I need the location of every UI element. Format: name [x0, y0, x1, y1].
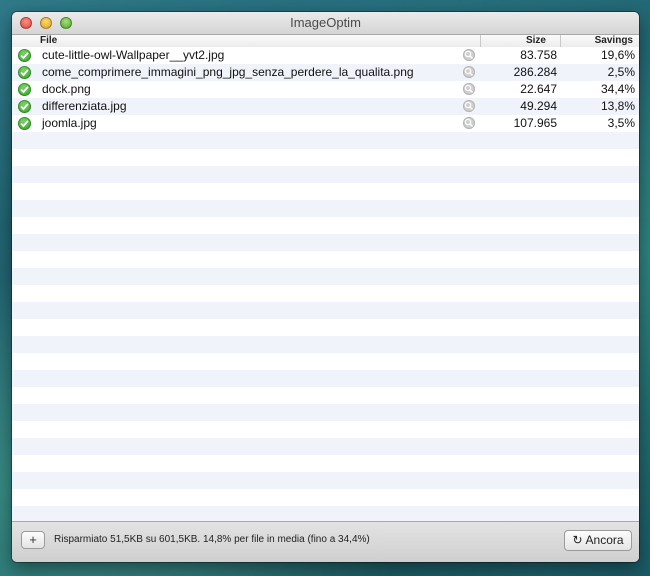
table-row[interactable]: dock.png 22.647 34,4% — [12, 81, 639, 98]
magnifier-icon[interactable] — [463, 83, 475, 95]
file-size: 107.965 — [513, 116, 557, 130]
table-row[interactable]: differenziata.jpg 49.294 13,8% — [12, 98, 639, 115]
file-rows: cute-little-owl-Wallpaper__yvt2.jpg 83.7… — [12, 47, 639, 132]
title-bar[interactable]: ImageOptim — [12, 12, 639, 35]
file-savings: 13,8% — [600, 99, 635, 113]
magnifier-icon[interactable] — [463, 66, 475, 78]
table-row[interactable]: cute-little-owl-Wallpaper__yvt2.jpg 83.7… — [12, 47, 639, 64]
checkmark-icon — [18, 117, 31, 130]
again-button-label: Ancora — [585, 533, 624, 547]
refresh-icon: ↻ — [572, 533, 583, 547]
column-divider[interactable] — [480, 35, 481, 47]
column-file[interactable]: File — [40, 35, 57, 47]
column-divider[interactable] — [560, 35, 561, 47]
file-name: come_comprimere_immagini_png_jpg_senza_p… — [42, 65, 414, 79]
file-name: cute-little-owl-Wallpaper__yvt2.jpg — [42, 48, 225, 62]
file-list[interactable]: cute-little-owl-Wallpaper__yvt2.jpg 83.7… — [12, 47, 639, 521]
status-text: Risparmiato 51,5KB su 601,5KB. 14,8% per… — [54, 534, 370, 545]
status-bar: + Risparmiato 51,5KB su 601,5KB. 14,8% p… — [12, 521, 639, 562]
file-name: joomla.jpg — [42, 116, 97, 130]
magnifier-icon[interactable] — [463, 100, 475, 112]
file-size: 83.758 — [520, 48, 557, 62]
table-row[interactable]: come_comprimere_immagini_png_jpg_senza_p… — [12, 64, 639, 81]
file-size: 49.294 — [520, 99, 557, 113]
checkmark-icon — [18, 66, 31, 79]
column-savings[interactable]: Savings — [595, 35, 633, 47]
file-savings: 3,5% — [607, 116, 635, 130]
checkmark-icon — [18, 100, 31, 113]
magnifier-icon[interactable] — [463, 117, 475, 129]
file-name: dock.png — [42, 82, 91, 96]
imageoptim-window: ImageOptim File Size Savings cute-little… — [12, 12, 639, 562]
window-title: ImageOptim — [290, 15, 361, 30]
add-files-button[interactable]: + — [21, 531, 45, 549]
file-size: 286.284 — [513, 65, 557, 79]
table-row[interactable]: joomla.jpg 107.965 3,5% — [12, 115, 639, 132]
magnifier-icon[interactable] — [463, 49, 475, 61]
file-savings: 34,4% — [600, 82, 635, 96]
column-size[interactable]: Size — [526, 35, 546, 47]
checkmark-icon — [18, 83, 31, 96]
file-savings: 2,5% — [607, 65, 635, 79]
file-name: differenziata.jpg — [42, 99, 127, 113]
again-button[interactable]: ↻ Ancora — [564, 530, 632, 551]
file-size: 22.647 — [520, 82, 557, 96]
checkmark-icon — [18, 49, 31, 62]
file-savings: 19,6% — [600, 48, 635, 62]
